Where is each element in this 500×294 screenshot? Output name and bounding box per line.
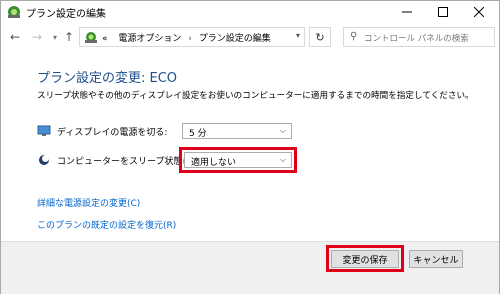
restore-defaults-link[interactable]: このプランの既定の設定を復元(R) — [37, 218, 176, 231]
window: プラン設定の編集 ← → ▾ ↑ « 電源オプション › プラン設定の編集 ▾ … — [0, 0, 500, 294]
minimize-icon — [402, 11, 412, 13]
main-content: プラン設定の変更: ECO スリープ状態やその他のディスプレイ設定をお使いのコン… — [1, 53, 499, 243]
breadcrumb-edit-plan[interactable]: プラン設定の編集 — [199, 34, 271, 44]
maximize-button[interactable] — [425, 1, 461, 23]
chevron-down-icon: ▾ — [52, 32, 57, 42]
back-button[interactable]: ← — [7, 29, 23, 45]
refresh-button[interactable]: ↻ — [309, 27, 331, 47]
back-arrow-icon: ← — [9, 30, 21, 44]
address-bar[interactable]: « 電源オプション › プラン設定の編集 ▾ — [79, 27, 305, 47]
button-bar: 変更の保存 キャンセル — [1, 241, 499, 294]
breadcrumb-overflow[interactable]: « — [102, 34, 108, 44]
chevron-down-icon: ⌵ — [279, 126, 286, 135]
forward-arrow-icon: → — [31, 30, 43, 44]
display-off-select[interactable]: 5 分 ⌵ — [182, 123, 292, 139]
page-description: スリープ状態やその他のディスプレイ設定をお使いのコンピューターに適用するまでの時… — [37, 91, 474, 101]
up-arrow-icon: ↑ — [63, 30, 75, 44]
sleep-value: 適用しない — [191, 158, 237, 168]
power-options-icon — [8, 6, 20, 18]
breadcrumb-power-options[interactable]: 電源オプション — [118, 34, 181, 44]
search-placeholder: コントロール パネルの検索 — [364, 34, 469, 44]
cancel-button[interactable]: キャンセル — [409, 250, 463, 268]
sleep-icon — [39, 155, 49, 165]
page-title: プラン設定の変更: ECO — [37, 71, 178, 86]
window-title: プラン設定の編集 — [26, 9, 106, 20]
close-button[interactable] — [461, 1, 497, 23]
search-box[interactable]: ⚲ コントロール パネルの検索 — [343, 27, 495, 47]
chevron-down-icon: ⌵ — [279, 155, 286, 164]
power-options-icon — [85, 32, 97, 43]
breadcrumb: « 電源オプション › プラン設定の編集 — [102, 31, 271, 44]
minimize-button[interactable] — [389, 1, 425, 23]
breadcrumb-separator: › — [188, 34, 192, 44]
refresh-icon: ↻ — [315, 30, 325, 44]
up-button[interactable]: ↑ — [61, 29, 77, 45]
title-bar: プラン設定の編集 — [1, 1, 499, 23]
advanced-settings-link[interactable]: 詳細な電源設定の変更(C) — [37, 196, 140, 209]
search-icon: ⚲ — [350, 31, 358, 42]
display-off-value: 5 分 — [189, 129, 207, 139]
display-icon — [37, 125, 51, 136]
forward-button[interactable]: → — [29, 29, 45, 45]
navigation-bar: ← → ▾ ↑ « 電源オプション › プラン設定の編集 ▾ ↻ ⚲ コントロー… — [1, 23, 499, 51]
chevron-down-icon[interactable]: ▾ — [296, 31, 300, 40]
save-button[interactable]: 変更の保存 — [331, 250, 399, 268]
maximize-icon — [438, 7, 448, 17]
display-off-label: ディスプレイの電源を切る: — [57, 128, 168, 138]
sleep-select[interactable]: 適用しない ⌵ — [184, 152, 292, 168]
close-icon — [474, 7, 484, 17]
